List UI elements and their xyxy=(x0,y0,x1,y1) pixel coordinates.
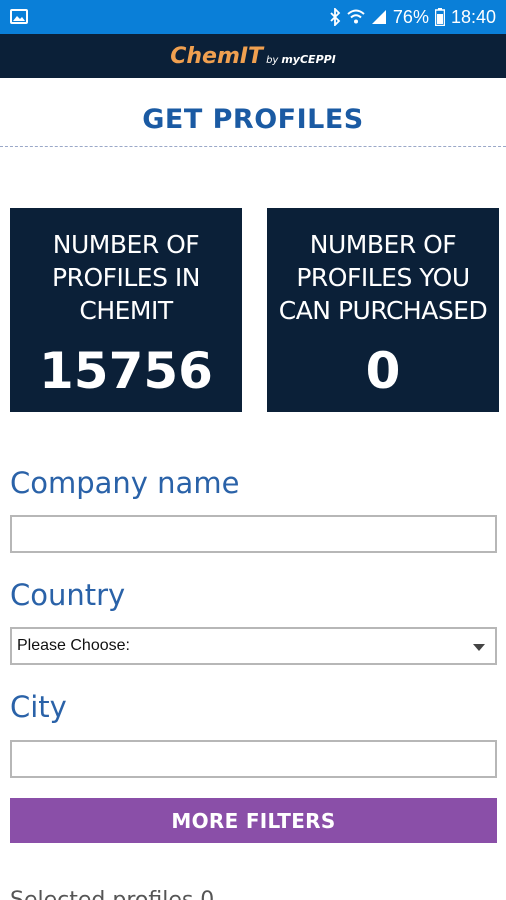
logo-main: ChemIT xyxy=(170,43,264,69)
bluetooth-icon xyxy=(330,8,341,26)
status-bar: 76% 18:40 xyxy=(0,0,506,34)
signal-icon xyxy=(371,10,386,24)
more-filters-button[interactable]: MORE FILTERS xyxy=(10,798,497,843)
wifi-icon xyxy=(347,9,365,24)
app-logo: ChemIT by myCEPPI xyxy=(170,44,336,69)
title-divider xyxy=(0,146,506,147)
city-input[interactable] xyxy=(10,740,497,778)
logo-brand: myCEPPI xyxy=(281,52,336,66)
city-label: City xyxy=(10,690,67,724)
stat-value: 0 xyxy=(365,342,401,400)
logo-by: by xyxy=(266,54,279,66)
country-select[interactable]: Please Choose: xyxy=(10,627,497,665)
clock: 18:40 xyxy=(450,6,496,27)
chevron-down-icon xyxy=(473,644,485,651)
gallery-icon xyxy=(10,9,28,24)
battery-icon xyxy=(434,8,445,26)
company-name-input[interactable] xyxy=(10,515,497,553)
battery-percent: 76% xyxy=(392,6,429,27)
country-label: Country xyxy=(10,578,126,612)
selected-profiles-text: Selected profiles 0 xyxy=(10,888,214,900)
app-header: ChemIT by myCEPPI xyxy=(0,34,506,78)
stat-label: NUMBER OF PROFILES YOU CAN PURCHASED xyxy=(278,230,488,325)
stat-card-purchasable-profiles: NUMBER OF PROFILES YOU CAN PURCHASED 0 xyxy=(267,208,499,412)
country-select-value: Please Choose: xyxy=(17,637,130,654)
status-icons: 76% 18:40 xyxy=(329,0,496,34)
stat-value: 15756 xyxy=(39,342,213,400)
company-name-label: Company name xyxy=(10,466,240,500)
stat-card-total-profiles: NUMBER OF PROFILES IN CHEMIT 15756 xyxy=(10,208,242,412)
stat-label: NUMBER OF PROFILES IN CHEMIT xyxy=(52,230,201,325)
page-title: GET PROFILES xyxy=(142,104,364,135)
